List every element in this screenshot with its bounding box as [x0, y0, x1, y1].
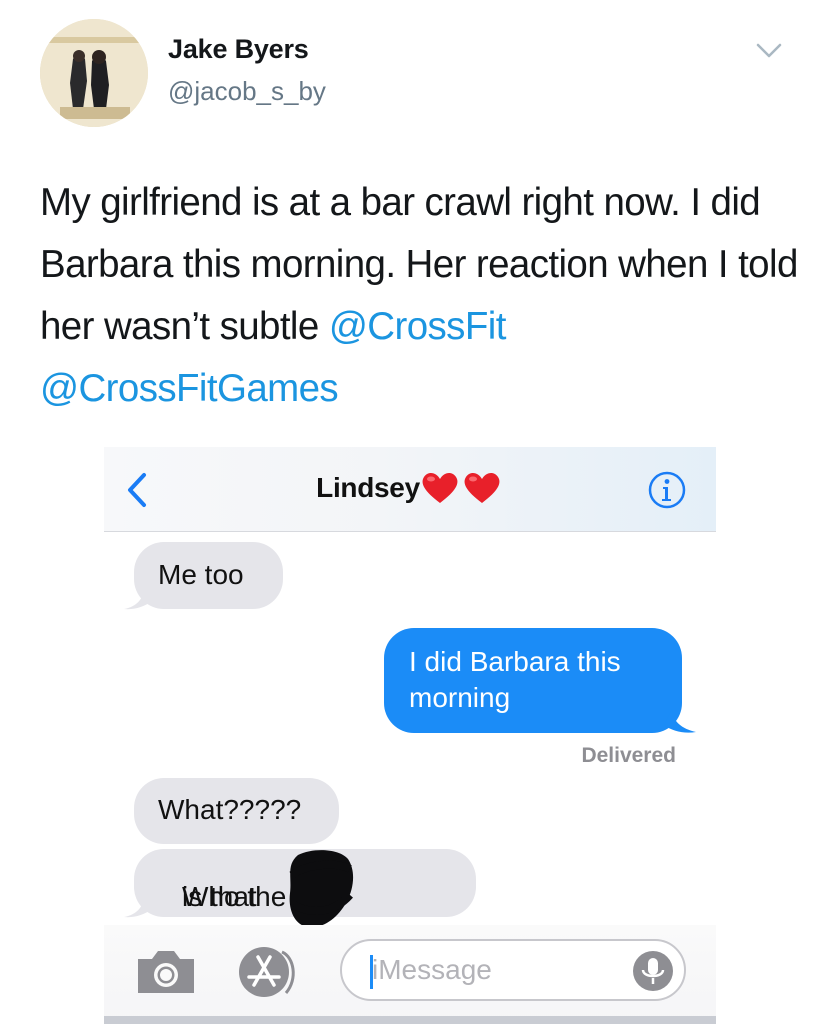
message-text-right: is that — [182, 881, 257, 912]
message-text: Me too — [158, 559, 244, 590]
mention-crossfitgames[interactable]: @CrossFitGames — [40, 367, 339, 410]
message-text: What????? — [158, 794, 302, 825]
censor-scribble — [289, 850, 354, 928]
chevron-down-icon[interactable] — [754, 40, 784, 62]
conversation-header: Lindsey — [104, 447, 716, 532]
message-bubble-received[interactable]: Me too — [134, 542, 283, 609]
delivered-status: Delivered — [581, 744, 676, 767]
contact-name: Lindsey — [316, 472, 420, 503]
message-text: I did Barbara this morning — [409, 646, 621, 713]
bubble-tail — [664, 709, 696, 733]
message-bubble-sent[interactable]: I did Barbara this morning — [384, 628, 682, 733]
tweet-text: My girlfriend is at a bar crawl right no… — [40, 172, 800, 420]
avatar[interactable] — [40, 19, 148, 127]
message-placeholder: iMessage — [372, 954, 492, 985]
heart-icon — [422, 473, 500, 503]
message-input[interactable]: iMessage — [340, 939, 686, 1001]
avatar-photo — [40, 19, 148, 127]
info-icon[interactable] — [647, 470, 687, 510]
bubble-tail — [124, 587, 152, 610]
keyboard-top-edge — [104, 1016, 716, 1024]
app-store-icon[interactable] — [236, 943, 306, 1001]
camera-icon[interactable] — [134, 945, 198, 997]
microphone-icon[interactable] — [632, 950, 674, 992]
contact-title[interactable]: Lindsey — [104, 471, 716, 505]
imessage-screenshot[interactable]: Lindsey Me too I did Barbara this mornin… — [104, 447, 716, 1024]
author-name[interactable]: Jake Byers — [168, 34, 309, 65]
message-bubble-received[interactable]: What????? — [134, 778, 339, 844]
bubble-tail — [124, 895, 152, 918]
mention-crossfit[interactable]: @CrossFit — [329, 305, 507, 348]
author-handle[interactable]: @jacob_s_by — [168, 76, 326, 107]
message-input-bar: iMessage — [104, 925, 716, 1024]
